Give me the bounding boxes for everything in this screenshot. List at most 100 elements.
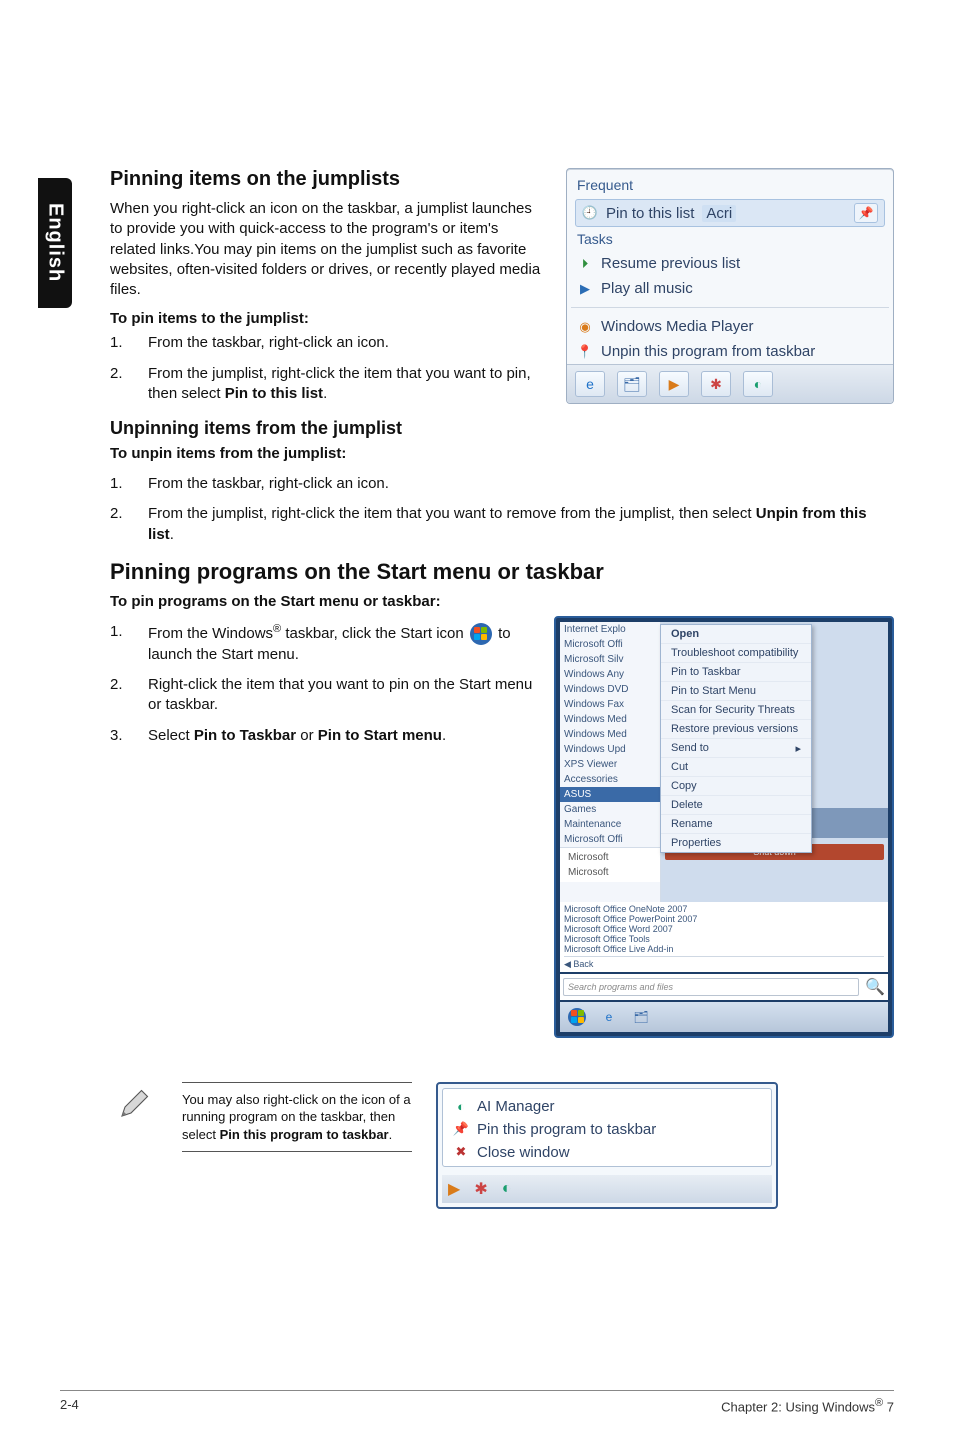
ctx-scan[interactable]: Scan for Security Threats <box>661 701 811 720</box>
pin-action-row[interactable]: 📌 Pin this program to taskbar <box>447 1118 767 1141</box>
taskbar-ie-icon[interactable]: e <box>598 1006 620 1028</box>
startmenu-subitem[interactable]: Microsoft <box>564 850 656 865</box>
startmenu-office-item[interactable]: Microsoft Office Live Add-in <box>564 944 884 954</box>
startmenu-office-item[interactable]: Microsoft Office PowerPoint 2007 <box>564 914 884 924</box>
startmenu-item[interactable]: Microsoft Offi <box>560 637 660 652</box>
taskbar-wmp-icon[interactable]: ▶ <box>448 1179 460 1199</box>
taskbar-app2-icon[interactable]: ◐ <box>743 371 773 397</box>
startmenu-taskbar: e 🗂 <box>560 1002 888 1032</box>
pin-step-2-bold: Pin to this list <box>225 385 323 402</box>
resume-icon: ⏵ <box>577 256 593 272</box>
pin-app-row[interactable]: ◐ AI Manager <box>447 1095 767 1118</box>
pin-taskbar-strip: ▶ ✱ ◐ <box>442 1175 772 1203</box>
unpin-step-2: From the jumplist, right-click the item … <box>148 504 894 545</box>
ctx-properties[interactable]: Properties <box>661 834 811 852</box>
start-orb-icon[interactable] <box>566 1006 588 1028</box>
startmenu-item[interactable]: Windows Upd <box>560 742 660 757</box>
startmenu-office-item[interactable]: Microsoft Office Word 2007 <box>564 924 884 934</box>
close-window-row[interactable]: ✖ Close window <box>447 1141 767 1164</box>
taskbar-app2-icon[interactable]: ◐ <box>502 1180 512 1198</box>
startmenu-subitem[interactable]: Microsoft <box>564 865 656 880</box>
ctx-pin-taskbar[interactable]: Pin to Taskbar <box>661 663 811 682</box>
pin-icon: 📌 <box>453 1121 469 1137</box>
jumplist-unpin-row[interactable]: 📍 Unpin this program from taskbar <box>567 339 893 364</box>
ctx-rename[interactable]: Rename <box>661 815 811 834</box>
startmenu-step-3-bold1: Pin to Taskbar <box>194 727 296 744</box>
startmenu-context-menu: Open Troubleshoot compatibility Pin to T… <box>660 624 812 853</box>
step-number: 2. <box>110 504 148 545</box>
taskbar-ie-icon[interactable]: e <box>575 371 605 397</box>
unpin-steps: 1. From the taskbar, right-click an icon… <box>110 474 894 545</box>
pin-step-2-text: From the jumplist, right-click the item … <box>148 365 531 402</box>
ctx-sendto[interactable]: Send to▸ <box>661 739 811 758</box>
startmenu-step-3-bold2: Pin to Start menu <box>318 727 442 744</box>
ctx-open[interactable]: Open <box>661 625 811 644</box>
step-number: 1. <box>110 333 148 353</box>
note-bold: Pin this program to taskbar <box>220 1127 389 1142</box>
startmenu-office-item[interactable]: Microsoft Office OneNote 2007 <box>564 904 884 914</box>
pin-step-2: From the jumplist, right-click the item … <box>148 364 548 405</box>
ctx-troubleshoot[interactable]: Troubleshoot compatibility <box>661 644 811 663</box>
screenshot-pin-to-taskbar: ◐ AI Manager 📌 Pin this program to taskb… <box>436 1082 778 1209</box>
jumplist-group-frequent: Frequent <box>567 175 893 197</box>
startmenu-item[interactable]: Maintenance <box>560 817 660 832</box>
step-number: 1. <box>110 474 148 494</box>
startmenu-item[interactable]: Windows Med <box>560 727 660 742</box>
startmenu-back[interactable]: Back <box>573 959 593 969</box>
startmenu-item[interactable]: Games <box>560 802 660 817</box>
ctx-delete[interactable]: Delete <box>661 796 811 815</box>
intro-pinning-jumplists: When you right-click an icon on the task… <box>110 199 548 300</box>
clock-icon: 🕘 <box>582 205 598 221</box>
startmenu-item[interactable]: Microsoft Silv <box>560 652 660 667</box>
ctx-cut[interactable]: Cut <box>661 758 811 777</box>
pin-step-2-tail: . <box>323 385 327 402</box>
pin-action-label: Pin this program to taskbar <box>477 1121 656 1138</box>
heading-pinning-jumplists: Pinning items on the jumplists <box>110 168 548 191</box>
taskbar-app1-icon[interactable]: ✱ <box>474 1179 487 1199</box>
unpin-step-2-text: From the jumplist, right-click the item … <box>148 505 756 522</box>
page-number: 2-4 <box>60 1397 79 1414</box>
startmenu-item[interactable]: Windows Fax <box>560 697 660 712</box>
startmenu-item[interactable]: XPS Viewer <box>560 757 660 772</box>
pin-app-label: AI Manager <box>477 1098 555 1115</box>
pin-toggle-icon[interactable]: 📌 <box>854 203 878 223</box>
taskbar-explorer-icon[interactable]: 🗂 <box>617 371 647 397</box>
unpin-icon: 📍 <box>577 344 593 360</box>
pin-steps: 1. From the taskbar, right-click an icon… <box>110 333 548 404</box>
startmenu-item[interactable]: Windows Med <box>560 712 660 727</box>
startmenu-item[interactable]: Windows DVD <box>560 682 660 697</box>
taskbar-explorer-icon[interactable]: 🗂 <box>630 1006 652 1028</box>
jumplist-app-label: Windows Media Player <box>601 318 754 335</box>
jumplist-task-playall-label: Play all music <box>601 280 693 297</box>
taskbar-app1-icon[interactable]: ✱ <box>701 371 731 397</box>
startmenu-item[interactable]: Microsoft Offi <box>560 832 660 847</box>
jumplist-task-resume[interactable]: ⏵ Resume previous list <box>567 251 893 276</box>
howto-pin-title: To pin items to the jumplist: <box>110 310 548 327</box>
page-footer: 2-4 Chapter 2: Using Windows® 7 <box>60 1390 894 1414</box>
startmenu-item[interactable]: Internet Explo <box>560 622 660 637</box>
startmenu-item[interactable]: Windows Any <box>560 667 660 682</box>
ctx-pin-startmenu[interactable]: Pin to Start Menu <box>661 682 811 701</box>
note-tail: . <box>389 1127 393 1142</box>
startmenu-step-1a: From the Windows <box>148 625 273 642</box>
startmenu-item[interactable]: Accessories <box>560 772 660 787</box>
jumplist-app-row[interactable]: ◉ Windows Media Player <box>567 314 893 339</box>
startmenu-step-2: Right-click the item that you want to pi… <box>148 675 536 716</box>
taskbar-wmp-icon[interactable]: ▶ <box>659 371 689 397</box>
startmenu-left-panel: Internet Explo Microsoft Offi Microsoft … <box>560 622 661 902</box>
startmenu-step-1: From the Windows® taskbar, click the Sta… <box>148 622 536 665</box>
ctx-restore[interactable]: Restore previous versions <box>661 720 811 739</box>
jumplist-divider <box>571 307 889 308</box>
screenshot-jumplist: Frequent 🕘 Pin to this list Acri 📌 Tasks… <box>566 168 894 404</box>
startmenu-item-selected[interactable]: ASUS <box>560 787 660 802</box>
ctx-copy[interactable]: Copy <box>661 777 811 796</box>
startmenu-office-item[interactable]: Microsoft Office Tools <box>564 934 884 944</box>
jumplist-selected-label: Pin to this list <box>606 205 694 222</box>
note-box: You may also right-click on the icon of … <box>182 1082 412 1153</box>
startmenu-search-input[interactable]: Search programs and files <box>563 978 859 996</box>
jumplist-selected-item[interactable]: 🕘 Pin to this list Acri 📌 <box>575 199 885 227</box>
unpin-step-1: From the taskbar, right-click an icon. <box>148 474 894 494</box>
chapter-tail: 7 <box>883 1399 894 1414</box>
step-number: 1. <box>110 622 148 665</box>
jumplist-task-playall[interactable]: ▶ Play all music <box>567 276 893 301</box>
